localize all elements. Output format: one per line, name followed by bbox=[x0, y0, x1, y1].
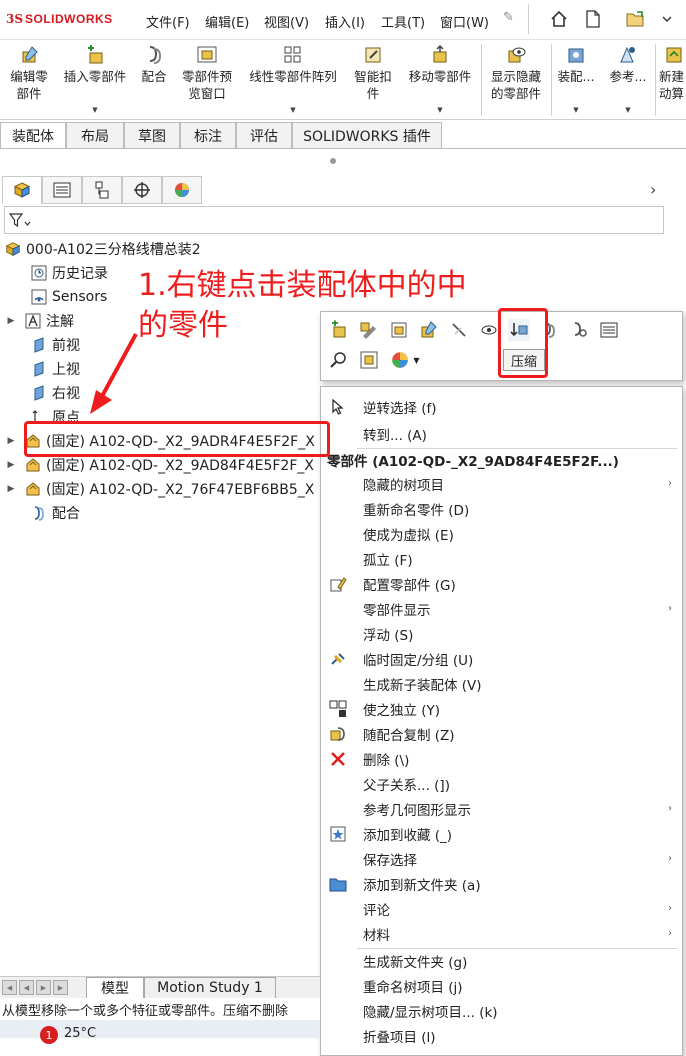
highlight-suppress-box bbox=[498, 308, 548, 378]
menu-create-new-folder[interactable]: 生成新文件夹 (g) bbox=[321, 948, 682, 973]
configure-icon bbox=[328, 574, 348, 594]
zoom-to-selection-icon[interactable] bbox=[328, 349, 350, 371]
chevron-right-icon: › bbox=[668, 478, 672, 489]
menu-configure-component[interactable]: 配置零部件 (G) bbox=[321, 571, 682, 596]
menu-go-to[interactable]: 转到... (A) bbox=[321, 421, 682, 446]
edit-part-icon[interactable] bbox=[358, 319, 380, 341]
make-independent-icon bbox=[328, 699, 348, 719]
menu-component-display[interactable]: 零部件显示 › bbox=[321, 596, 682, 621]
show-component-icon[interactable] bbox=[478, 319, 500, 341]
menu-invert-selection[interactable]: 逆转选择 (f) bbox=[321, 394, 682, 419]
menu-isolate[interactable]: 孤立 (F) bbox=[321, 546, 682, 571]
chevron-down-icon: ▼ bbox=[413, 355, 420, 365]
chevron-right-icon: › bbox=[668, 603, 672, 614]
menu-make-independent[interactable]: 使之独立 (Y) bbox=[321, 696, 682, 721]
menu-rename-tree-item[interactable]: 重命名树项目 (j) bbox=[321, 973, 682, 998]
hide-component-icon[interactable] bbox=[448, 319, 470, 341]
tab-model[interactable]: 模型 bbox=[86, 977, 144, 999]
status-bar: 从模型移除一个或多个特征或零部件。压缩不删除 bbox=[0, 998, 320, 1020]
select-cursor-icon bbox=[328, 397, 348, 417]
menu-component-header: 零部件 (A102-QD-_X2_9AD84F4E5F2F...) bbox=[327, 453, 619, 470]
menu-parent-child[interactable]: 父子关系... (]) bbox=[321, 771, 682, 796]
chevron-right-icon: › bbox=[668, 928, 672, 939]
chevron-right-icon: › bbox=[668, 903, 672, 914]
menu-rename-part[interactable]: 重新命名零件 (D) bbox=[321, 496, 682, 521]
menu-copy-with-mates[interactable]: 随配合复制 (Z) bbox=[321, 721, 682, 746]
chevron-right-icon: › bbox=[668, 853, 672, 864]
menu-material[interactable]: 材料 › bbox=[321, 921, 682, 946]
last-tab-icon[interactable]: ▶ bbox=[53, 980, 68, 995]
weather-badge[interactable]: 1 bbox=[40, 1026, 58, 1044]
menu-float[interactable]: 浮动 (S) bbox=[321, 621, 682, 646]
favorites-icon bbox=[328, 824, 348, 844]
menu-delete[interactable]: 删除 (\) bbox=[321, 746, 682, 771]
bottom-tab-bar: ◀ ◀ ▶ ▶ 模型 Motion Study 1 bbox=[0, 976, 320, 999]
menu-comment[interactable]: 评论 › bbox=[321, 896, 682, 921]
menu-make-virtual[interactable]: 使成为虚拟 (E) bbox=[321, 521, 682, 546]
mate-reference-icon[interactable] bbox=[568, 319, 590, 341]
menu-reference-geometry-display[interactable]: 参考几何图形显示 › bbox=[321, 796, 682, 821]
menu-hidden-tree-items[interactable]: 隐藏的树项目 › bbox=[321, 471, 682, 496]
prev-tab-icon[interactable]: ◀ bbox=[19, 980, 34, 995]
menu-collapse-items[interactable]: 折叠项目 (l) bbox=[321, 1023, 682, 1048]
menu-form-new-subassembly[interactable]: 生成新子装配体 (V) bbox=[321, 671, 682, 696]
menu-add-to-favorites[interactable]: 添加到收藏 (_) bbox=[321, 821, 682, 846]
menu-save-selection[interactable]: 保存选择 › bbox=[321, 846, 682, 871]
menu-hide-show-tree-items[interactable]: 隐藏/显示树项目... (k) bbox=[321, 998, 682, 1023]
tab-motion-study[interactable]: Motion Study 1 bbox=[144, 977, 276, 999]
folder-icon bbox=[328, 874, 348, 894]
open-part-icon[interactable] bbox=[388, 319, 410, 341]
fix-group-icon bbox=[328, 649, 348, 669]
appearance-dropdown[interactable]: ▼ bbox=[388, 349, 422, 371]
delete-icon bbox=[328, 749, 348, 769]
chevron-right-icon: › bbox=[668, 803, 672, 814]
menu-temp-fix-group[interactable]: 临时固定/分组 (U) bbox=[321, 646, 682, 671]
context-menu: 逆转选择 (f) 转到... (A) 零部件 (A102-QD-_X2_9AD8… bbox=[320, 386, 683, 1056]
properties-icon[interactable] bbox=[598, 319, 620, 341]
first-tab-icon[interactable]: ◀ bbox=[2, 980, 17, 995]
menu-add-to-new-folder[interactable]: 添加到新文件夹 (a) bbox=[321, 871, 682, 896]
insert-component-icon[interactable] bbox=[328, 319, 350, 341]
next-tab-icon[interactable]: ▶ bbox=[36, 980, 51, 995]
highlight-selected-component-box bbox=[24, 421, 330, 457]
copy-with-mates-icon bbox=[328, 724, 348, 744]
edit-component-icon[interactable] bbox=[418, 319, 440, 341]
weather-temperature: 25°C bbox=[64, 1026, 97, 1041]
isolate-icon[interactable] bbox=[358, 349, 380, 371]
